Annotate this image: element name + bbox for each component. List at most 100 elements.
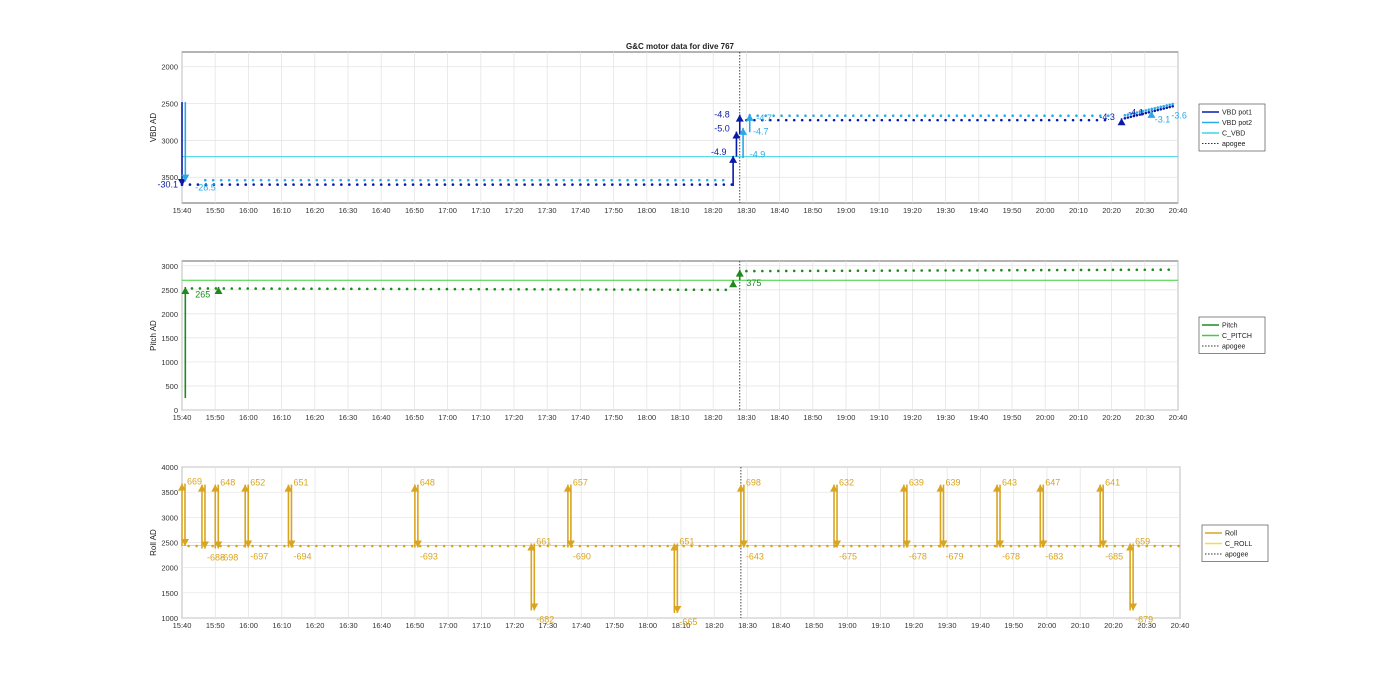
vbd-data-point — [947, 114, 951, 118]
vbd-data-point — [952, 118, 955, 122]
pitch-data-point — [357, 287, 361, 291]
pitch-y-tick-label: 2000 — [161, 310, 178, 319]
vbd-data-point — [674, 178, 677, 182]
vbd-data-point — [403, 178, 406, 182]
roll-data-point — [299, 544, 302, 548]
pitch-data-point — [808, 269, 812, 273]
roll-down-label: -675 — [839, 552, 857, 562]
vbd-data-point — [467, 183, 471, 186]
vbd-data-point — [642, 183, 646, 186]
vbd-data-point — [960, 118, 963, 122]
vbd-data-point — [904, 118, 908, 122]
pitch-x-tick-label: 20:20 — [1102, 413, 1121, 422]
roll-x-tick-label: 16:50 — [405, 621, 424, 630]
roll-data-point — [339, 544, 342, 548]
roll-data-point — [618, 544, 622, 548]
pitch-data-point — [700, 288, 704, 292]
roll-data-point — [666, 544, 669, 548]
pitch-data-point — [278, 287, 281, 290]
pitch-data-point — [976, 269, 979, 272]
vbd-data-point — [348, 183, 351, 186]
vbd-data-point — [595, 183, 598, 186]
pitch-data-point — [745, 269, 748, 273]
vbd-data-point — [371, 183, 375, 186]
roll-down-label: -678 — [1002, 552, 1020, 562]
vbd-data-point — [923, 114, 927, 118]
pitch-data-point — [644, 288, 648, 291]
roll-up-label: 657 — [573, 478, 588, 488]
roll-data-point — [634, 544, 638, 548]
roll-down-label: -665 — [679, 617, 697, 627]
vbd-x-tick-label: 17:00 — [438, 206, 457, 215]
pitch-data-point — [960, 269, 963, 272]
pitch-data-point — [429, 287, 433, 291]
pitch-data-point — [984, 268, 987, 272]
vbd-data-point — [1047, 118, 1051, 122]
chart-panels: 15:40 15:50 16:00 16:10 16:20 16:30 16:40 16:50… — [149, 51, 1269, 630]
vbd-data-point — [896, 118, 900, 122]
pitch-legend: Pitch C_PITCHapogee — [1198, 316, 1266, 354]
pitch-data-point — [469, 287, 473, 291]
pitch-data-point — [525, 287, 528, 291]
vbd-data-point — [1087, 118, 1091, 122]
vbd-data-point — [872, 118, 876, 122]
vbd-data-point — [1019, 114, 1022, 118]
vbd-x-tick-label: 16:40 — [372, 206, 391, 215]
pitch-data-point — [1031, 268, 1035, 272]
pitch-data-point — [246, 287, 250, 290]
roll-x-tick-label: 20:10 — [1071, 621, 1090, 630]
vbd-legend-label: VBD pot2 — [1222, 120, 1252, 127]
panel-pitch: 15:40 15:50 16:00 16:10 16:20 16:30 16:40 16:50… — [149, 260, 1266, 422]
pitch-data-point — [405, 287, 409, 291]
pitch-data-point — [716, 288, 720, 292]
roll-data-point — [610, 544, 614, 548]
pitch-x-tick-label: 16:00 — [239, 413, 258, 422]
roll-data-point — [1081, 544, 1085, 548]
roll-x-tick-label: 19:50 — [1004, 621, 1023, 630]
vbd-x-tick-label: 15:50 — [206, 206, 225, 215]
roll-data-point — [331, 544, 334, 548]
roll-x-tick-label: 19:40 — [971, 621, 990, 630]
vbd-x-tick-label: 19:00 — [837, 206, 856, 215]
vbd-data-point — [689, 178, 693, 182]
roll-down-label: -682 — [536, 614, 554, 624]
roll-data-point — [267, 544, 270, 548]
vbd-data-point — [211, 178, 215, 182]
roll-data-point — [858, 544, 861, 548]
vbd-data-point — [506, 178, 510, 182]
vbd-data-point — [804, 114, 807, 118]
vbd-x-tick-label: 17:30 — [538, 206, 557, 215]
vbd-data-point — [419, 178, 422, 182]
roll-x-tick-label: 19:30 — [938, 621, 957, 630]
vbd-y-tick-label: 2000 — [161, 63, 178, 72]
vbd-data-point — [1027, 114, 1030, 118]
vbd-data-point — [928, 118, 931, 122]
vbd-data-point — [332, 183, 335, 186]
roll-data-point — [842, 544, 845, 548]
vbd-data-point — [1165, 106, 1169, 110]
vbd-data-point — [419, 183, 423, 186]
roll-x-tick-label: 19:00 — [838, 621, 857, 630]
pitch-y-tick-label: 2500 — [161, 286, 178, 295]
pitch-x-tick-label: 20:10 — [1069, 413, 1088, 422]
pitch-data-point — [517, 287, 520, 291]
pitch-data-point — [761, 269, 764, 273]
pitch-data-point — [1063, 268, 1067, 272]
vbd-data-point — [555, 183, 558, 186]
vbd-data-point — [1031, 118, 1035, 122]
vbd-data-point — [788, 114, 791, 118]
roll-data-point — [754, 544, 757, 548]
roll-data-point — [355, 544, 358, 548]
vbd-data-point — [538, 178, 542, 182]
roll-data-point — [482, 544, 486, 548]
pitch-data-point — [493, 287, 497, 291]
vbd-data-point — [522, 178, 526, 182]
vbd-data-point — [626, 183, 630, 186]
vbd-data-point — [523, 183, 526, 186]
pitch-data-point — [824, 269, 828, 273]
pitch-x-tick-label: 20:40 — [1169, 413, 1188, 422]
vbd-y-tick-label: 2500 — [161, 100, 178, 109]
vbd-data-point — [324, 183, 327, 186]
vbd-data-point — [443, 183, 447, 186]
vbd-data-point — [1067, 114, 1070, 118]
